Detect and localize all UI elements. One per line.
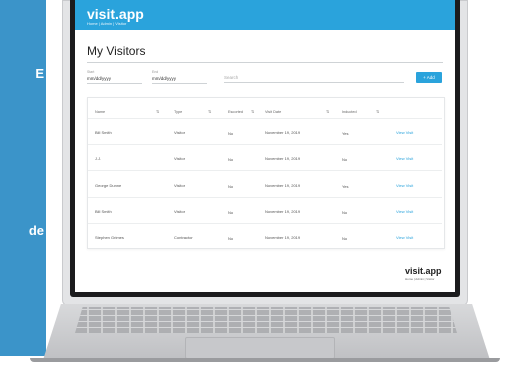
trackpad — [185, 337, 335, 359]
cell-type: Visitor — [174, 156, 186, 161]
view-visit-link[interactable]: View Visit — [396, 130, 413, 135]
row-divider — [88, 223, 442, 224]
cell-escorted: No — [228, 184, 234, 189]
left-blue-panel: E de — [0, 0, 46, 356]
cell-escorted: No — [228, 236, 234, 241]
page-title: My Visitors — [87, 44, 146, 58]
end-date-label: End — [152, 70, 159, 74]
cell-type: Visitor — [174, 183, 186, 188]
cell-visit-date: November 19, 2019 — [265, 156, 301, 161]
cell-name: Bill Smith — [95, 130, 112, 135]
cell-inducted: No — [342, 157, 348, 162]
cell-inducted: Yes — [342, 184, 349, 189]
cell-name: J.J. — [95, 156, 102, 161]
view-visit-link[interactable]: View Visit — [396, 209, 413, 214]
cell-escorted: No — [228, 210, 234, 215]
sort-icon[interactable]: ⇅ — [251, 109, 254, 114]
panel-text-fragment: de — [28, 223, 44, 238]
app-header: visit.app Home | Admin | Visitor — [75, 0, 455, 30]
view-visit-link[interactable]: View Visit — [396, 156, 413, 161]
end-date-input[interactable]: mm/dd/yyyy — [152, 76, 207, 84]
header-nav[interactable]: Home | Admin | Visitor — [87, 21, 126, 26]
column-header-type[interactable]: Type — [174, 110, 182, 114]
cell-visit-date: November 19, 2019 — [265, 183, 301, 188]
panel-text-fragment: E — [35, 66, 44, 81]
cell-escorted: No — [228, 157, 234, 162]
row-divider — [88, 170, 442, 171]
cell-escorted: No — [228, 131, 234, 136]
cell-type: Visitor — [174, 209, 186, 214]
cell-name: George Dunne — [95, 183, 122, 188]
search-input[interactable]: Search — [224, 75, 404, 83]
column-header-name[interactable]: Name — [95, 110, 105, 114]
app-logo[interactable]: visit.app — [87, 6, 144, 22]
view-visit-link[interactable]: View Visit — [396, 183, 413, 188]
row-divider — [88, 197, 442, 198]
header-divider — [88, 118, 442, 119]
cell-inducted: No — [342, 236, 348, 241]
cell-visit-date: November 19, 2019 — [265, 235, 301, 240]
add-visitor-button[interactable]: + Add — [416, 72, 442, 83]
sort-icon[interactable]: ⇅ — [156, 109, 159, 114]
footer-logo: visit.app — [405, 266, 442, 276]
view-visit-link[interactable]: View Visit — [396, 235, 413, 240]
cell-name: Bill Smith — [95, 209, 112, 214]
row-divider — [88, 144, 442, 145]
visitors-table — [87, 97, 445, 249]
column-header-visit-date[interactable]: Visit Date — [265, 110, 281, 114]
keyboard-key-rows — [75, 307, 457, 333]
start-date-label: Start — [87, 70, 95, 74]
cell-visit-date: November 19, 2019 — [265, 209, 301, 214]
cell-type: Contractor — [174, 235, 193, 240]
laptop-screen: visit.app Home | Admin | Visitor My Visi… — [75, 0, 455, 292]
footer-nav: Home | Admin | Visitor — [405, 277, 435, 281]
start-date-input[interactable]: mm/dd/yyyy — [87, 76, 142, 84]
cell-type: Visitor — [174, 130, 186, 135]
column-header-inducted[interactable]: Inducted — [342, 110, 357, 114]
laptop-base-edge — [30, 358, 500, 362]
sort-icon[interactable]: ⇅ — [208, 109, 211, 114]
sort-icon[interactable]: ⇅ — [376, 109, 379, 114]
sort-icon[interactable]: ⇅ — [326, 109, 329, 114]
title-divider — [87, 62, 443, 63]
cell-inducted: No — [342, 210, 348, 215]
cell-visit-date: November 19, 2019 — [265, 130, 301, 135]
cell-inducted: Yes — [342, 131, 349, 136]
cell-name: Stephen Grimes — [95, 235, 124, 240]
column-header-escorted[interactable]: Escorted — [228, 110, 243, 114]
